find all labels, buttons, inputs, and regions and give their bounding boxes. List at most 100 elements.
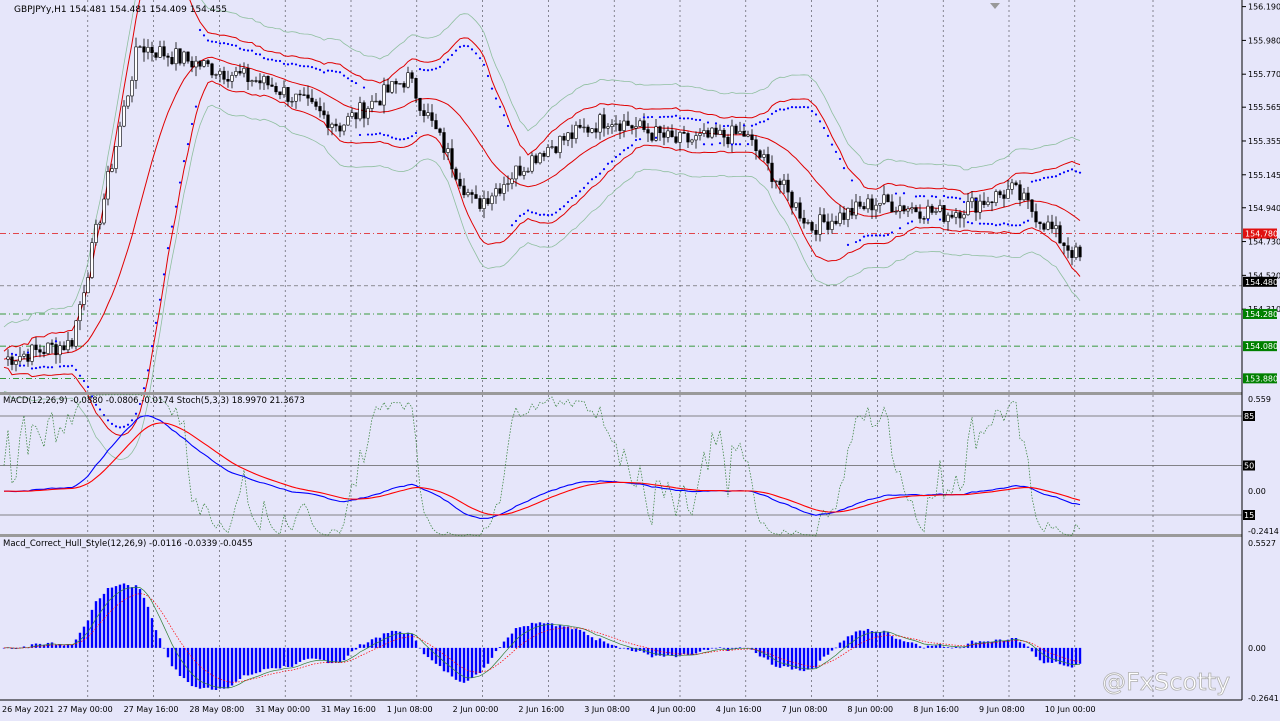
candle-body[interactable]	[170, 57, 174, 65]
candle-body[interactable]	[370, 100, 374, 109]
candle-body[interactable]	[34, 344, 38, 350]
chart-window[interactable]: GBPJPYy,H1 154.481 154.481 154.409 154.4…	[0, 0, 1280, 717]
candle-body[interactable]	[438, 128, 442, 133]
candle-body[interactable]	[58, 345, 62, 356]
candle-body[interactable]	[958, 212, 962, 219]
candle-body[interactable]	[358, 102, 362, 120]
candle-body[interactable]	[390, 81, 394, 93]
candle-body[interactable]	[1066, 245, 1070, 251]
candle-body[interactable]	[82, 292, 86, 305]
candle-body[interactable]	[302, 94, 306, 96]
candle-body[interactable]	[402, 83, 406, 88]
candle-body[interactable]	[602, 114, 606, 129]
candle-body[interactable]	[26, 353, 30, 362]
candle-body[interactable]	[138, 46, 142, 48]
candle-body[interactable]	[142, 46, 146, 53]
candle-body[interactable]	[822, 214, 826, 223]
candle-body[interactable]	[530, 155, 534, 172]
panel-separator[interactable]	[0, 392, 1242, 395]
candle-body[interactable]	[266, 76, 270, 86]
candle-body[interactable]	[406, 72, 410, 88]
candle-body[interactable]	[226, 79, 230, 82]
candle-body[interactable]	[1026, 192, 1030, 201]
candle-body[interactable]	[854, 201, 858, 216]
candle-body[interactable]	[942, 205, 946, 222]
candle-body[interactable]	[182, 51, 186, 64]
candle-body[interactable]	[766, 154, 770, 164]
candle-body[interactable]	[554, 146, 558, 153]
candle-body[interactable]	[966, 201, 970, 216]
candle-body[interactable]	[726, 136, 730, 145]
candle-body[interactable]	[626, 120, 630, 126]
candle-body[interactable]	[1050, 221, 1054, 230]
candle-body[interactable]	[990, 201, 994, 204]
candle-body[interactable]	[434, 120, 438, 130]
candle-body[interactable]	[394, 81, 398, 85]
candle-body[interactable]	[858, 201, 862, 207]
candle-body[interactable]	[778, 180, 782, 185]
candle-body[interactable]	[314, 101, 318, 107]
candle-body[interactable]	[798, 202, 802, 219]
candle-body[interactable]	[1022, 192, 1026, 201]
candle-body[interactable]	[574, 124, 578, 139]
candle-body[interactable]	[950, 214, 954, 218]
candle-body[interactable]	[290, 100, 294, 103]
candle-body[interactable]	[270, 84, 274, 87]
candle-body[interactable]	[442, 132, 446, 153]
candle-body[interactable]	[382, 84, 386, 106]
candle-body[interactable]	[106, 171, 110, 200]
candle-body[interactable]	[1014, 182, 1018, 186]
candle-body[interactable]	[354, 112, 358, 120]
candle-body[interactable]	[54, 344, 58, 356]
candle-body[interactable]	[578, 124, 582, 128]
candle-body[interactable]	[750, 134, 754, 141]
candle-body[interactable]	[982, 200, 986, 205]
candle-body[interactable]	[538, 153, 542, 164]
candle-body[interactable]	[618, 123, 622, 131]
candle-body[interactable]	[598, 114, 602, 133]
candle-body[interactable]	[630, 125, 634, 129]
candle-body[interactable]	[698, 133, 702, 136]
candle-body[interactable]	[286, 87, 290, 102]
candle-body[interactable]	[330, 123, 334, 128]
candle-body[interactable]	[546, 147, 550, 157]
candle-body[interactable]	[334, 123, 338, 127]
candle-body[interactable]	[826, 221, 830, 230]
candle-body[interactable]	[590, 128, 594, 133]
candle-body[interactable]	[454, 168, 458, 180]
candle-body[interactable]	[838, 212, 842, 224]
candle-body[interactable]	[926, 205, 930, 219]
candle-body[interactable]	[46, 342, 50, 354]
candle-body[interactable]	[250, 80, 254, 82]
candle-body[interactable]	[174, 48, 178, 65]
candle-body[interactable]	[518, 165, 522, 176]
candle-body[interactable]	[18, 356, 22, 362]
candle-body[interactable]	[158, 46, 162, 58]
candle-body[interactable]	[150, 46, 154, 54]
candle-body[interactable]	[890, 201, 894, 213]
candle-body[interactable]	[534, 155, 538, 164]
candle-body[interactable]	[214, 74, 218, 76]
candle-body[interactable]	[386, 84, 390, 93]
candle-body[interactable]	[190, 60, 194, 68]
candle-body[interactable]	[862, 206, 866, 210]
candle-body[interactable]	[658, 126, 662, 134]
candle-body[interactable]	[794, 202, 798, 208]
candle-body[interactable]	[882, 194, 886, 204]
candle-body[interactable]	[14, 360, 18, 365]
candle-body[interactable]	[238, 71, 242, 74]
candle-body[interactable]	[362, 102, 366, 119]
candle-body[interactable]	[834, 220, 838, 224]
candle-body[interactable]	[606, 126, 610, 129]
candle-body[interactable]	[978, 200, 982, 213]
candle-body[interactable]	[450, 148, 454, 170]
candle-body[interactable]	[506, 183, 510, 185]
candle-body[interactable]	[6, 356, 10, 360]
candle-body[interactable]	[38, 349, 42, 353]
candle-body[interactable]	[918, 211, 922, 219]
candle-body[interactable]	[42, 351, 46, 354]
candle-body[interactable]	[310, 97, 314, 103]
candle-body[interactable]	[670, 130, 674, 138]
candle-body[interactable]	[614, 123, 618, 125]
candle-body[interactable]	[894, 210, 898, 213]
